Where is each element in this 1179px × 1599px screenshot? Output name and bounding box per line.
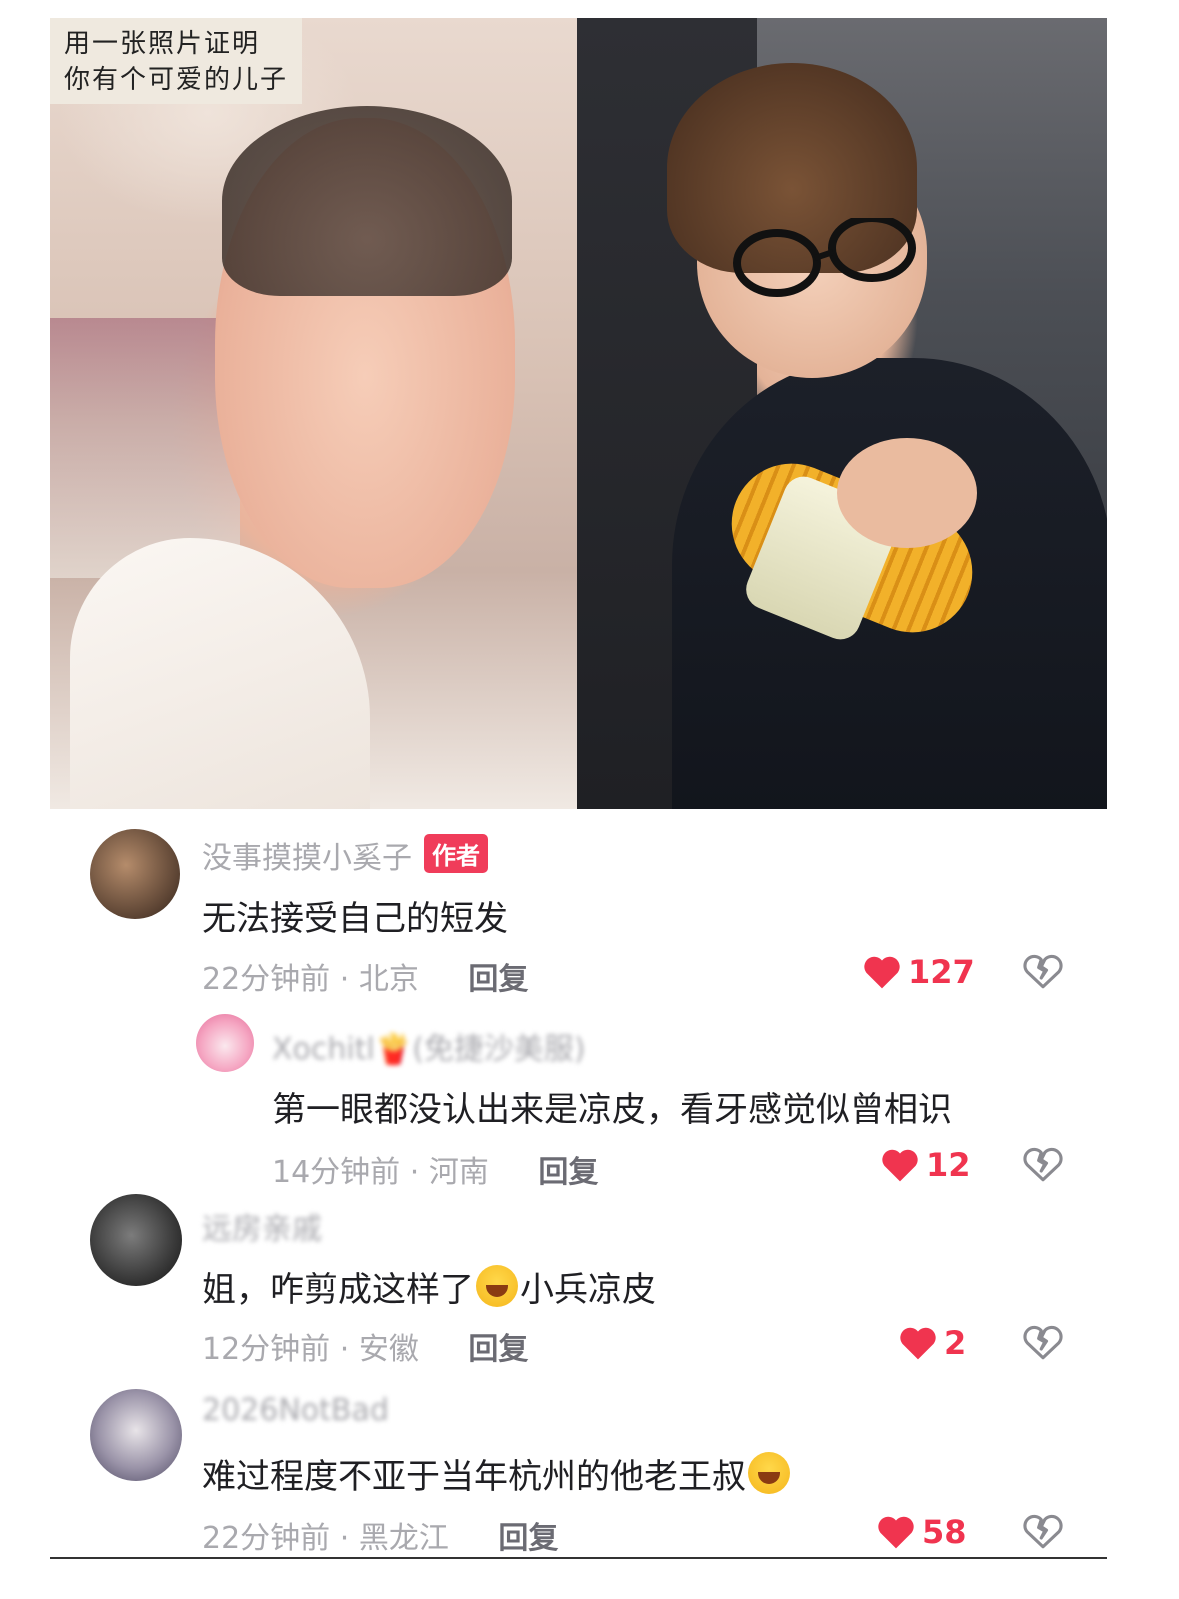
separator: · bbox=[409, 1155, 420, 1190]
like-button[interactable]: 58 bbox=[876, 1513, 967, 1551]
avatar[interactable] bbox=[196, 1014, 254, 1072]
hand bbox=[837, 438, 977, 548]
comment-meta: 22分钟前 · 北京 回复 bbox=[202, 954, 528, 998]
comment-text: 姐，咋剪成这样了 小兵凉皮 bbox=[202, 1262, 656, 1311]
comment-username[interactable]: 远房亲戚 bbox=[202, 1204, 322, 1248]
comment-text-part: 难过程度不亚于当年杭州的他老王叔 bbox=[202, 1457, 746, 1497]
comment-username[interactable]: 没事摸摸小奚子 作者 bbox=[202, 833, 488, 877]
short-hair bbox=[222, 106, 512, 296]
comment-meta: 14分钟前 · 河南 回复 bbox=[272, 1147, 598, 1191]
username-text[interactable]: 没事摸摸小奚子 bbox=[202, 841, 412, 876]
comment-item: 2026NotBad 难过程度不亚于当年杭州的他老王叔 22分钟前 · 黑龙江 … bbox=[0, 1379, 1179, 1559]
right-photo-boy-with-corn bbox=[577, 18, 1107, 809]
like-button[interactable]: 2 bbox=[898, 1324, 966, 1362]
like-button[interactable]: 12 bbox=[880, 1146, 971, 1184]
laughing-crying-emoji-icon bbox=[476, 1265, 518, 1307]
comment-time: 22分钟前 bbox=[202, 962, 331, 997]
glasses-icon bbox=[733, 218, 916, 297]
comment-meta: 12分钟前 · 安徽 回复 bbox=[202, 1324, 528, 1368]
avatar[interactable] bbox=[90, 829, 180, 919]
separator: · bbox=[339, 962, 350, 997]
avatar[interactable] bbox=[90, 1194, 182, 1286]
laughing-crying-emoji-icon bbox=[748, 1452, 790, 1494]
photo-collage[interactable]: 用一张照片证明 你有个可爱的儿子 bbox=[50, 18, 1107, 809]
heart-icon bbox=[864, 956, 900, 989]
comment-time: 14分钟前 bbox=[272, 1155, 401, 1190]
like-button[interactable]: 127 bbox=[862, 953, 975, 991]
comment-text: 第一眼都没认出来是凉皮，看牙感觉似曾相识 bbox=[272, 1090, 952, 1130]
comment-location: 安徽 bbox=[358, 1332, 419, 1367]
left-photo-crying-boy: 用一张照片证明 你有个可爱的儿子 bbox=[50, 18, 577, 809]
comment-time: 22分钟前 bbox=[202, 1521, 331, 1556]
like-count: 2 bbox=[944, 1324, 967, 1362]
reply-button[interactable]: 回复 bbox=[498, 1521, 558, 1556]
comment-location: 北京 bbox=[358, 962, 419, 997]
reply-button[interactable]: 回复 bbox=[468, 962, 528, 997]
separator: · bbox=[339, 1332, 350, 1367]
avatar[interactable] bbox=[90, 1389, 182, 1481]
comment-item: 远房亲戚 姐，咋剪成这样了 小兵凉皮 12分钟前 · 安徽 回复 2 bbox=[0, 1194, 1179, 1374]
comment-item: 没事摸摸小奚子 作者 无法接受自己的短发 22分钟前 · 北京 回复 127 bbox=[0, 809, 1179, 999]
author-badge: 作者 bbox=[424, 834, 488, 873]
caption-line-2: 你有个可爱的儿子 bbox=[64, 65, 289, 95]
heart-icon bbox=[900, 1327, 936, 1360]
broken-heart-icon[interactable] bbox=[1022, 1322, 1064, 1362]
broken-heart-icon[interactable] bbox=[1022, 1144, 1064, 1184]
reply-button[interactable]: 回复 bbox=[538, 1155, 598, 1190]
like-count: 58 bbox=[922, 1513, 967, 1551]
like-count: 127 bbox=[908, 953, 975, 991]
comment-meta: 22分钟前 · 黑龙江 回复 bbox=[202, 1513, 558, 1557]
photo-caption: 用一张照片证明 你有个可爱的儿子 bbox=[50, 18, 303, 104]
broken-heart-icon[interactable] bbox=[1022, 1511, 1064, 1551]
heart-icon bbox=[878, 1516, 914, 1549]
heart-icon bbox=[882, 1149, 918, 1182]
comment-location: 河南 bbox=[428, 1155, 489, 1190]
comment-text-part: 小兵凉皮 bbox=[520, 1270, 656, 1310]
reply-comment-item: Xochitl🍟(免捷沙美服) 第一眼都没认出来是凉皮，看牙感觉似曾相识 14分… bbox=[0, 1004, 1179, 1194]
comment-list: 没事摸摸小奚子 作者 无法接受自己的短发 22分钟前 · 北京 回复 127 Xo… bbox=[0, 809, 1179, 1599]
comment-text: 无法接受自己的短发 bbox=[202, 899, 508, 939]
comment-location: 黑龙江 bbox=[358, 1521, 449, 1556]
caption-line-1: 用一张照片证明 bbox=[64, 29, 261, 59]
like-count: 12 bbox=[926, 1146, 971, 1184]
bottom-divider bbox=[50, 1557, 1107, 1559]
comment-username[interactable]: Xochitl🍟(免捷沙美服) bbox=[272, 1024, 586, 1068]
comment-username[interactable]: 2026NotBad bbox=[202, 1393, 389, 1428]
separator: · bbox=[339, 1521, 350, 1556]
comment-text: 难过程度不亚于当年杭州的他老王叔 bbox=[202, 1449, 792, 1498]
comment-time: 12分钟前 bbox=[202, 1332, 331, 1367]
comment-text-part: 姐，咋剪成这样了 bbox=[202, 1270, 474, 1310]
reply-button[interactable]: 回复 bbox=[468, 1332, 528, 1367]
broken-heart-icon[interactable] bbox=[1022, 951, 1064, 991]
